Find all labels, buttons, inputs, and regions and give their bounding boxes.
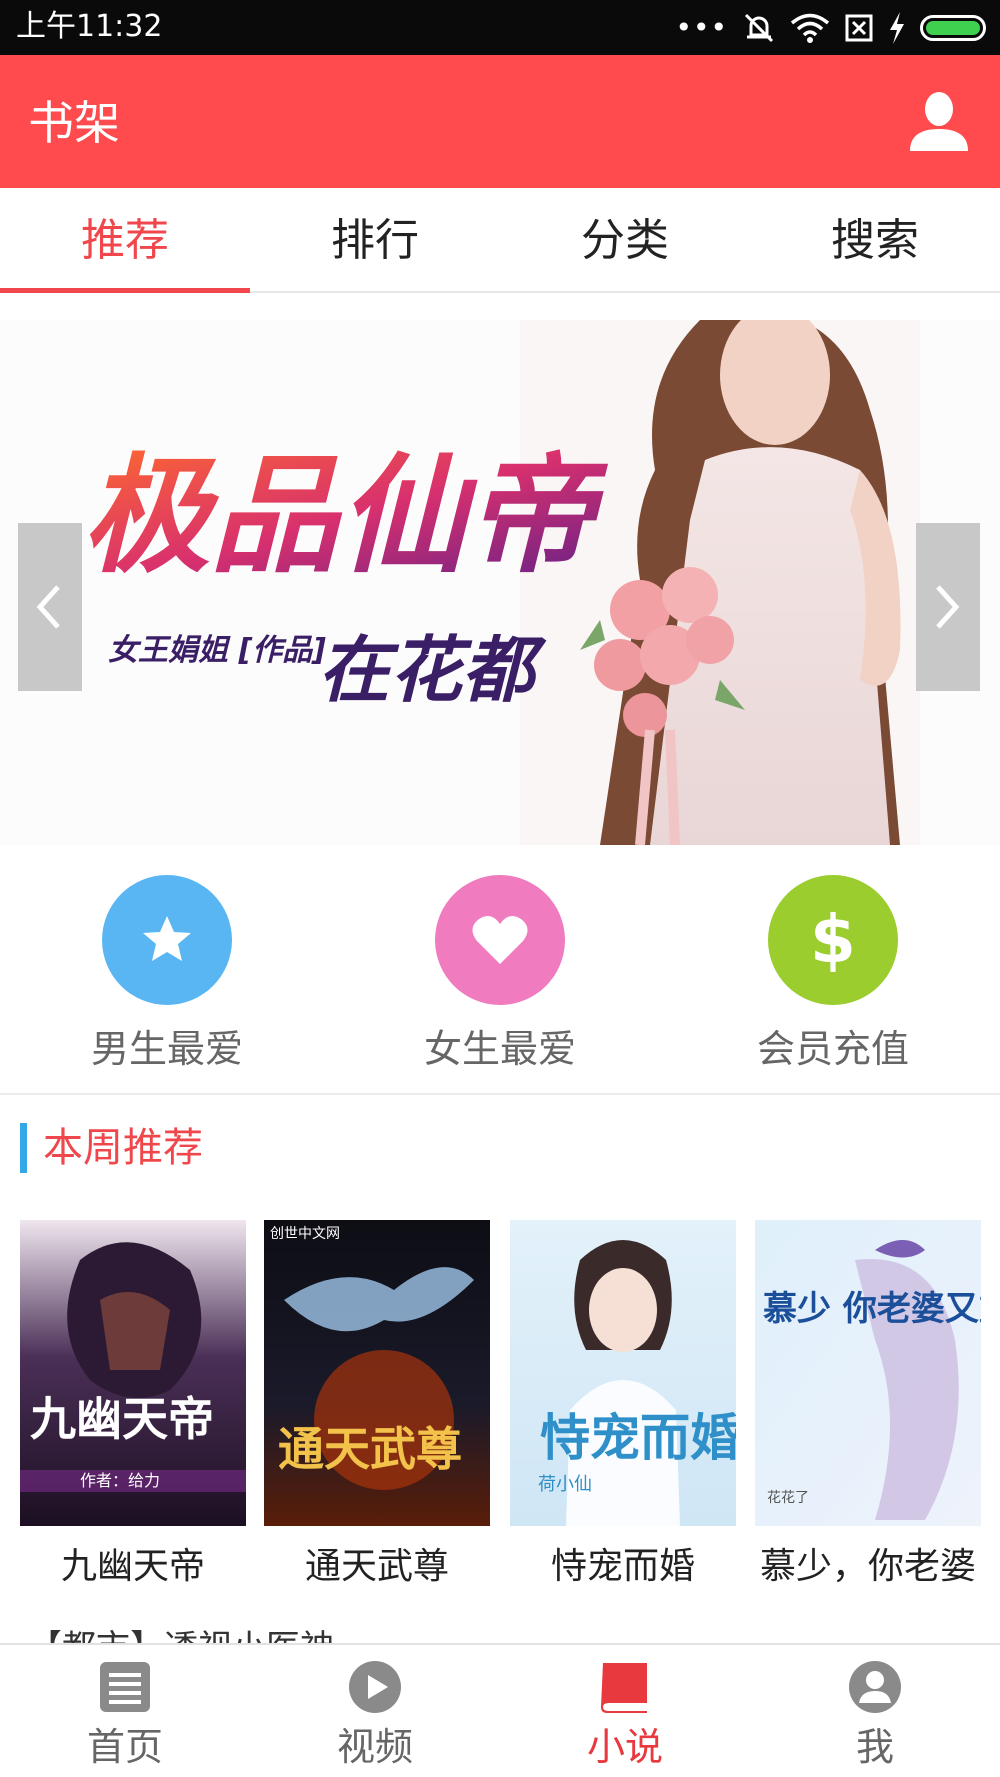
sim-off-icon (845, 14, 873, 42)
cover-author: 荷小仙 (538, 1474, 592, 1495)
book-item[interactable]: 慕少 你老婆又重生了 花花了 慕少，你老婆 (755, 1220, 981, 1590)
book-item[interactable]: 恃宠而婚 荷小仙 恃宠而婚 (510, 1220, 736, 1590)
person-icon (910, 92, 968, 151)
charging-icon (890, 12, 904, 44)
section-accent-bar (20, 1123, 27, 1173)
battery-icon (920, 15, 986, 41)
book-title[interactable]: 通天武尊 (264, 1544, 490, 1590)
status-time: 上午11:32 (16, 9, 163, 44)
quick-action-label: 女生最爱 (423, 1027, 576, 1071)
bottom-nav: 首页 视频 小说 我 (0, 1643, 1000, 1777)
book-cover[interactable]: 恃宠而婚 荷小仙 (510, 1220, 736, 1526)
cover-author: 花花了 (767, 1490, 809, 1506)
nav-label: 首页 (86, 1725, 163, 1769)
status-icons: ••• (675, 10, 986, 46)
wifi-icon (790, 13, 830, 43)
star-icon (102, 875, 232, 1005)
banner-author: 女王娟姐 [作品] (108, 633, 326, 668)
quick-action-label: 男生最爱 (90, 1027, 243, 1071)
cover-title: 通天武尊 (278, 1422, 462, 1476)
list-icon (100, 1662, 150, 1712)
book-icon (601, 1663, 647, 1713)
chevron-left-icon (36, 585, 60, 629)
book-item[interactable]: 创世中文网 通天武尊 通天武尊 (264, 1220, 490, 1590)
quick-action-female-favorite[interactable]: 女生最爱 (400, 875, 600, 1073)
banner-next-button[interactable] (916, 523, 980, 691)
book-item[interactable]: 九幽天帝 作者：给力 九幽天帝 (20, 1220, 246, 1590)
cover-author: 作者：给力 (80, 1471, 160, 1490)
cover-publisher: 创世中文网 (270, 1226, 340, 1242)
quick-action-vip-recharge[interactable]: $ 会员充值 (733, 875, 933, 1073)
page-title: 书架 (28, 96, 120, 150)
weekly-book-list: 九幽天帝 作者：给力 九幽天帝 创世中文网 通天武尊 通天武尊 恃宠而婚 荷小仙… (0, 1220, 1000, 1600)
quick-action-label: 会员充值 (756, 1027, 909, 1071)
nav-home[interactable]: 首页 (0, 1645, 250, 1777)
nav-novel[interactable]: 小说 (500, 1645, 750, 1777)
book-title[interactable]: 慕少，你老婆 (755, 1544, 981, 1590)
cover-title: 九幽天帝 (30, 1392, 214, 1446)
cover-title: 慕少 你老婆又重生了 (763, 1289, 981, 1329)
status-bar: 上午11:32 ••• (0, 0, 1000, 55)
quick-actions: 男生最爱 女生最爱 $ 会员充值 (0, 875, 1000, 1095)
nav-video[interactable]: 视频 (250, 1645, 500, 1777)
banner-title: 极品仙帝 (82, 442, 609, 591)
nav-label: 我 (855, 1725, 894, 1769)
nav-label: 小说 (586, 1725, 663, 1769)
silent-icon (744, 13, 774, 43)
book-title[interactable]: 恃宠而婚 (510, 1544, 736, 1590)
tab-recommend[interactable]: 推荐 (0, 188, 250, 293)
nav-me[interactable]: 我 (750, 1645, 1000, 1777)
section-title: 本周推荐 (43, 1125, 203, 1171)
section-header-weekly: 本周推荐 (20, 1120, 203, 1176)
chevron-right-icon (936, 585, 960, 629)
promo-banner[interactable]: 极品仙帝 在花都 女王娟姐 [作品] (0, 320, 1000, 845)
user-icon (849, 1661, 901, 1713)
dollar-icon: $ (768, 875, 898, 1005)
play-icon (349, 1661, 401, 1713)
tab-categories[interactable]: 分类 (500, 188, 750, 291)
cover-title: 恃宠而婚 (540, 1408, 736, 1467)
book-title[interactable]: 九幽天帝 (20, 1544, 246, 1590)
nav-label: 视频 (336, 1725, 413, 1769)
book-cover[interactable]: 九幽天帝 作者：给力 (20, 1220, 246, 1526)
banner-image[interactable]: 极品仙帝 在花都 女王娟姐 [作品] (0, 320, 1000, 845)
book-cover[interactable]: 创世中文网 通天武尊 (264, 1220, 490, 1526)
app-bar: 书架 (0, 55, 1000, 188)
category-tabs: 推荐 排行 分类 搜索 (0, 188, 1000, 293)
profile-button[interactable] (906, 89, 972, 155)
book-cover[interactable]: 慕少 你老婆又重生了 花花了 (755, 1220, 981, 1526)
tab-search[interactable]: 搜索 (750, 188, 1000, 291)
tab-ranking[interactable]: 排行 (250, 188, 500, 291)
quick-action-male-favorite[interactable]: 男生最爱 (67, 875, 267, 1073)
heart-icon (435, 875, 565, 1005)
dots-icon: ••• (675, 11, 728, 44)
banner-subtitle: 在花都 (318, 628, 547, 712)
banner-prev-button[interactable] (18, 523, 82, 691)
